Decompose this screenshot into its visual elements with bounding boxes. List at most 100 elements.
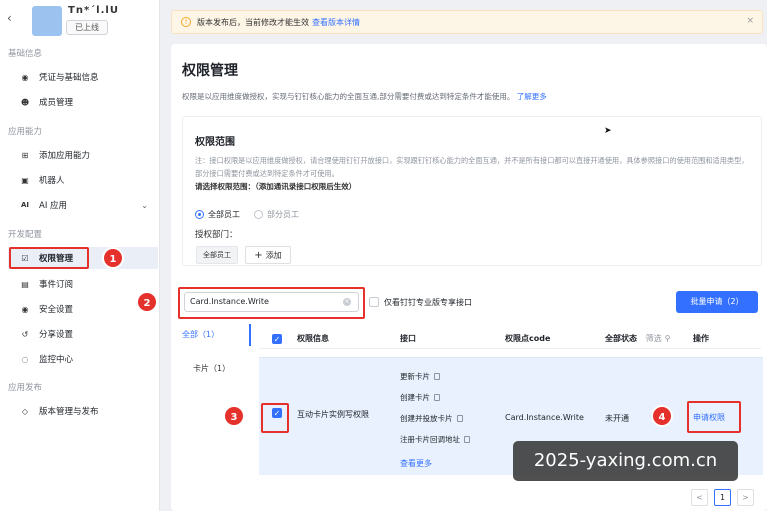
share-icon: ↺: [21, 329, 29, 339]
page-description-text: 权限是以应用维度做授权，实现与钉钉核心能力的全面互通,部分需要付费或达到特定条件…: [182, 92, 515, 101]
sidebar-item-label: 成员管理: [39, 98, 74, 108]
robot-icon: ▣: [21, 175, 29, 185]
th-api: 接口: [400, 334, 416, 343]
chevron-down-icon: ⌄: [141, 200, 148, 210]
th-code: 权限点code: [505, 334, 551, 343]
table-header: ✓ 权限信息 接口 权限点code 全部状态 筛选 ⚲ 操作: [259, 329, 761, 349]
scope-select-label: 请选择权限范围：（添加通讯录接口权限后生效）: [195, 182, 357, 191]
copy-icon[interactable]: [456, 415, 463, 422]
sidebar-item-label: 机器人: [39, 176, 65, 186]
watermark: 2025-yaxing.com.cn: [513, 441, 738, 481]
notice-banner: ! 版本发布后，当前修改才能生效 查看版本详情 ×: [171, 10, 763, 34]
app-header: ‹ Tn*´l.lU 已上线: [0, 0, 160, 42]
key-icon: ◉: [21, 72, 29, 82]
api-item[interactable]: 创建并投放卡片: [400, 413, 463, 424]
pagination-prev[interactable]: <: [691, 489, 708, 506]
sidebar-item-label: AI 应用: [39, 201, 68, 211]
sidebar-item-label: 安全设置: [39, 305, 74, 315]
sidebar-item-ai-app[interactable]: AI AI 应用 ⌄: [8, 194, 158, 216]
sidebar-item-monitor[interactable]: ◌ 监控中心: [8, 348, 158, 370]
api-item[interactable]: 注册卡片回调地址: [400, 434, 470, 445]
api-item[interactable]: 创建卡片: [400, 392, 440, 403]
dept-tag: 全部员工: [196, 246, 238, 264]
pro-only-label: 仅看钉钉专业版专享接口: [384, 298, 472, 307]
th-filter-label[interactable]: 筛选: [646, 334, 662, 343]
group-release: 应用发布: [8, 383, 43, 393]
api-label: 注册卡片回调地址: [400, 435, 460, 444]
sidebar-item-label: 监控中心: [39, 355, 74, 365]
plus-icon: +: [254, 249, 263, 261]
api-label: 创建卡片: [400, 393, 430, 402]
add-dept-label: 添加: [265, 250, 282, 260]
api-label: 更新卡片: [400, 372, 430, 381]
sidebar-item-label: 凭证与基础信息: [39, 73, 99, 83]
sidebar-item-members[interactable]: ☻ 成员管理: [8, 91, 158, 113]
page-title: 权限管理: [182, 63, 238, 79]
step-badge-4: 4: [651, 405, 673, 427]
pro-only-checkbox[interactable]: [369, 297, 379, 307]
scope-title: 权限范围: [195, 137, 235, 148]
sidebar-item-robot[interactable]: ▣ 机器人: [8, 169, 158, 191]
pagination-page-1[interactable]: 1: [714, 489, 731, 506]
auth-dept-label: 授权部门：: [195, 230, 238, 240]
filter-active-indicator: [249, 324, 251, 346]
copy-icon[interactable]: [464, 436, 470, 443]
copy-icon[interactable]: [434, 394, 440, 401]
add-dept-button[interactable]: + 添加: [245, 246, 291, 264]
th-status[interactable]: 全部状态 筛选 ⚲: [605, 333, 670, 344]
radio-label-some: 部分员工: [267, 210, 299, 219]
row-permission-name: 互动卡片实例写权限: [297, 410, 369, 419]
step-badge-3: 3: [223, 405, 245, 427]
highlight-box-permission: [9, 247, 89, 269]
radio-label-all: 全部员工: [208, 210, 240, 219]
highlight-box-apply: [687, 401, 741, 433]
sidebar-item-share[interactable]: ↺ 分享设置: [8, 323, 158, 345]
shield-icon: ◉: [21, 304, 29, 314]
sidebar-item-label: 版本管理与发布: [39, 407, 99, 417]
permission-scope-panel: 权限范围 注：接口权限是以应用维度做授权，请合理使用钉钉开放接口，实现跟钉钉核心…: [182, 116, 762, 266]
step-badge-2: 2: [136, 291, 158, 313]
scope-note: 注：接口权限是以应用维度做授权，请合理使用钉钉开放接口，实现跟钉钉核心能力的全面…: [195, 156, 749, 178]
version-icon: ◇: [21, 406, 29, 416]
select-all-checkbox[interactable]: ✓: [272, 334, 282, 344]
page-description: 权限是以应用维度做授权，实现与钉钉核心能力的全面互通,部分需要付费或达到特定条件…: [182, 91, 547, 102]
api-item[interactable]: 更新卡片: [400, 371, 440, 382]
event-icon: ▤: [21, 279, 29, 289]
th-status-label: 全部状态: [605, 334, 637, 343]
sidebar-item-credentials[interactable]: ◉ 凭证与基础信息: [8, 66, 158, 88]
batch-apply-button[interactable]: 批量申请（2）: [676, 291, 758, 313]
group-dev: 开发配置: [8, 230, 43, 240]
highlight-box-checkbox: [261, 403, 289, 433]
sidebar-item-label: 添加应用能力: [39, 151, 91, 161]
sidebar-item-events[interactable]: ▤ 事件订阅: [8, 273, 158, 295]
radio-some-employees[interactable]: [254, 210, 263, 219]
app-logo: [32, 6, 62, 36]
view-more-link[interactable]: 查看更多: [400, 458, 432, 469]
mouse-cursor-icon: ➤: [604, 126, 612, 136]
group-basic: 基础信息: [8, 49, 43, 59]
ai-icon: AI: [20, 201, 30, 209]
close-icon[interactable]: ×: [746, 16, 754, 26]
step-badge-1: 1: [102, 247, 124, 269]
filter-card[interactable]: 卡片（1）: [193, 363, 230, 374]
sidebar-item-add-capability[interactable]: ⊞ 添加应用能力: [8, 144, 158, 166]
group-capability: 应用能力: [8, 127, 43, 137]
radio-all-employees[interactable]: [195, 210, 204, 219]
grid-icon: ⊞: [21, 150, 29, 160]
copy-icon[interactable]: [434, 373, 440, 380]
filter-all[interactable]: 全部（1）: [182, 329, 219, 340]
row-status: 未开通: [605, 414, 629, 423]
monitor-icon: ◌: [21, 354, 29, 364]
warning-icon: !: [181, 17, 191, 27]
back-arrow-icon[interactable]: ‹: [7, 11, 12, 25]
sidebar-item-label: 事件订阅: [39, 280, 74, 290]
pagination-next[interactable]: >: [737, 489, 754, 506]
sidebar-item-version[interactable]: ◇ 版本管理与发布: [8, 400, 158, 422]
search-icon[interactable]: ⚲: [665, 334, 671, 343]
learn-more-link[interactable]: 了解更多: [517, 92, 547, 101]
user-icon: ☻: [20, 97, 30, 107]
api-label: 创建并投放卡片: [400, 414, 453, 423]
notice-link[interactable]: 查看版本详情: [312, 17, 360, 28]
notice-text: 版本发布后，当前修改才能生效: [197, 17, 309, 27]
app-name: Tn*´l.lU: [68, 5, 119, 16]
